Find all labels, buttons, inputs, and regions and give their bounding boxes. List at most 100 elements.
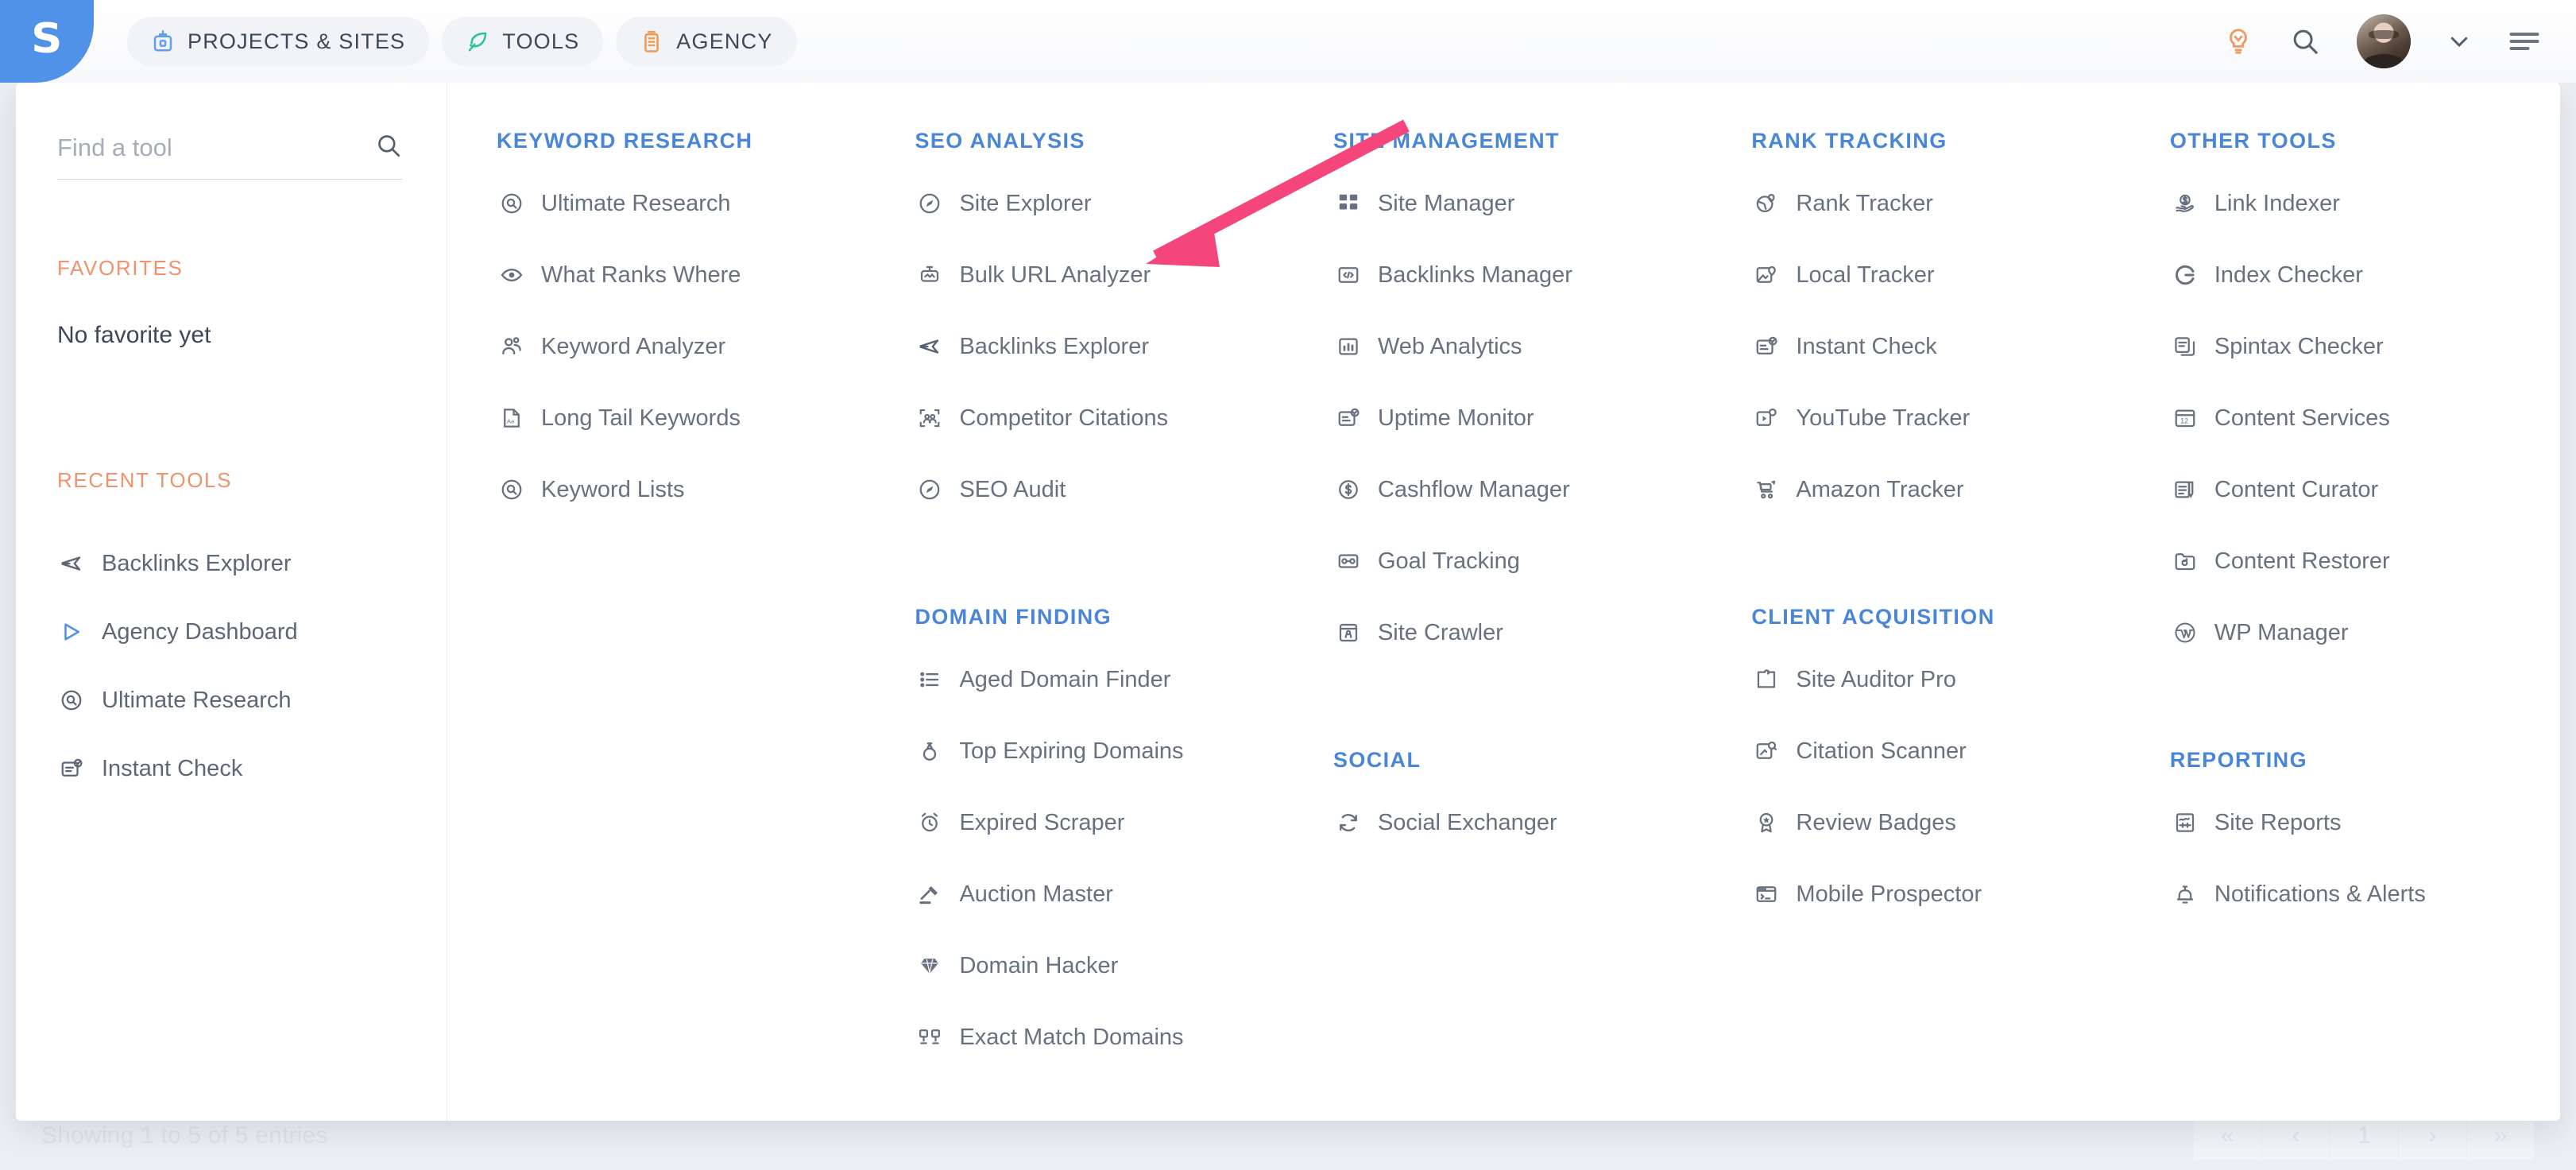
refresh-cycle-icon [1333,811,1363,835]
tool-label: Amazon Tracker [1796,476,1964,502]
tool-ultimate-research[interactable]: Ultimate Research [497,168,865,239]
top-navigation-bar: S PROJECTS & SITES TOOLS AGENCY [0,0,2576,83]
tool-keyword-lists[interactable]: Keyword Lists [497,454,865,525]
airplane-icon [57,552,86,575]
tool-spintax-checker[interactable]: Spintax Checker [2170,311,2560,382]
tool-competitor-citations[interactable]: Competitor Citations [915,382,1283,454]
tool-backlinks-manager[interactable]: Backlinks Manager [1333,239,1702,311]
app-logo[interactable]: S [0,0,94,83]
tool-site-crawler[interactable]: Site Crawler [1333,597,1702,668]
svg-text:Aa: Aa [507,417,515,424]
tool-link-indexer[interactable]: Link Indexer [2170,168,2560,239]
tool-seo-audit[interactable]: SEO Audit [915,454,1283,525]
tool-instant-check[interactable]: Instant Check [1751,311,2120,382]
top-bar-actions [2223,0,2541,83]
tool-what-ranks-where[interactable]: What Ranks Where [497,239,865,311]
globe-pin-icon [1751,192,1781,215]
avatar[interactable] [2357,14,2411,68]
tool-label: What Ranks Where [541,262,741,288]
tool-top-expiring-domains[interactable]: Top Expiring Domains [915,715,1283,787]
tool-label: Notifications & Alerts [2214,881,2426,907]
nav-projects-and-sites-label: PROJECTS & SITES [188,29,406,53]
tool-label: Review Badges [1796,809,1956,835]
tool-content-restorer[interactable]: Content Restorer [2170,525,2560,597]
tool-label: Web Analytics [1377,333,1522,359]
magnifier-circle-icon [57,688,86,712]
group-title-other-tools: OTHER TOOLS [2169,129,2337,153]
tool-label: Site Reports [2214,809,2342,835]
tool-bulk-url-analyzer[interactable]: Bulk URL Analyzer [915,239,1283,311]
video-pin-icon [1751,406,1781,430]
tool-amazon-tracker[interactable]: Amazon Tracker [1751,454,2120,525]
tool-citation-scanner[interactable]: Citation Scanner [1751,715,2120,787]
group-title-client-acquisition: CLIENT ACQUISITION [1751,605,1995,629]
bell-icon [2170,882,2200,906]
tool-label: Content Curator [2214,476,2379,502]
lightbulb-icon[interactable] [2223,26,2253,56]
tool-review-badges[interactable]: Review Badges [1751,787,2120,858]
recent-item-label: Backlinks Explorer [102,550,292,576]
svg-text:12: 12 [2180,417,2188,425]
tool-label: Local Tracker [1796,262,1935,288]
tool-exact-match-domains[interactable]: Exact Match Domains [915,1001,1283,1073]
column-other-tools: OTHER TOOLS Link Indexer Index Checker S… [2121,129,2560,1121]
search-input[interactable] [57,133,359,162]
scan-doc-icon [1751,739,1781,763]
tool-social-exchanger[interactable]: Social Exchanger [1333,787,1702,858]
column-site-management: SITE MANAGEMENT Site Manager Backlinks M… [1284,129,1702,1121]
tool-uptime-monitor[interactable]: Uptime Monitor [1333,382,1702,454]
nav-tools[interactable]: TOOLS [442,17,604,66]
tool-domain-hacker[interactable]: Domain Hacker [915,930,1283,1001]
group-title-seo-analysis: SEO ANALYSIS [915,129,1085,153]
search-icon[interactable] [2290,26,2320,56]
tool-site-explorer[interactable]: Site Explorer [915,168,1283,239]
nav-projects-and-sites[interactable]: PROJECTS & SITES [127,17,430,66]
hamburger-menu-icon[interactable] [2508,29,2541,54]
tool-web-analytics[interactable]: Web Analytics [1333,311,1702,382]
tool-content-curator[interactable]: Content Curator [2170,454,2560,525]
tool-aged-domain-finder[interactable]: Aged Domain Finder [915,644,1283,715]
nav-agency[interactable]: AGENCY [616,17,797,66]
recent-item-ultimate-research[interactable]: Ultimate Research [57,666,402,734]
tool-content-services[interactable]: 12 Content Services [2170,382,2560,454]
tool-cashflow-manager[interactable]: Cashflow Manager [1333,454,1702,525]
tool-site-manager[interactable]: Site Manager [1333,168,1702,239]
tool-auction-master[interactable]: Auction Master [915,858,1283,930]
chevron-down-icon[interactable] [2447,29,2471,53]
recent-item-instant-check[interactable]: Instant Check [57,734,402,803]
recent-item-backlinks-explorer[interactable]: Backlinks Explorer [57,529,402,598]
tool-long-tail-keywords[interactable]: Aa Long Tail Keywords [497,382,865,454]
document-check-icon [1751,335,1781,358]
search-icon[interactable] [375,132,402,163]
tool-index-checker[interactable]: Index Checker [2170,239,2560,311]
tool-label: Uptime Monitor [1377,405,1534,431]
entries-count-label: Showing 1 to 5 of 5 entries [41,1122,328,1149]
tool-label: WP Manager [2214,619,2349,645]
tool-local-tracker[interactable]: Local Tracker [1751,239,2120,311]
tool-keyword-analyzer[interactable]: Keyword Analyzer [497,311,865,382]
tool-notifications-and-alerts[interactable]: Notifications & Alerts [2170,858,2560,930]
magnifier-circle-icon [497,192,527,215]
group-title-social: SOCIAL [1332,748,1421,772]
calendar-12-icon: 12 [2170,406,2200,430]
tools-sidebar: FAVORITES No favorite yet RECENT TOOLS B… [16,83,447,1121]
tool-goal-tracking[interactable]: Goal Tracking [1333,525,1702,597]
tool-label: Site Auditor Pro [1796,666,1956,692]
main-nav-pills: PROJECTS & SITES TOOLS AGENCY [127,17,797,66]
tool-rank-tracker[interactable]: Rank Tracker [1751,168,2120,239]
tool-wp-manager[interactable]: WP Manager [2170,597,2560,668]
dollar-circle-icon [1333,478,1363,502]
doc-pen-icon [2170,478,2200,502]
tool-mobile-prospector[interactable]: Mobile Prospector [1751,858,2120,930]
tool-backlinks-explorer[interactable]: Backlinks Explorer [915,311,1283,382]
tool-expired-scraper[interactable]: Expired Scraper [915,787,1283,858]
list-icon [915,668,945,692]
building-icon [640,29,663,53]
tool-label: Aged Domain Finder [959,666,1171,692]
nav-tools-label: TOOLS [502,29,580,53]
tool-site-auditor-pro[interactable]: Site Auditor Pro [1751,644,2120,715]
recent-item-label: Ultimate Research [102,687,292,713]
tool-site-reports[interactable]: Site Reports [2170,787,2560,858]
recent-item-agency-dashboard[interactable]: Agency Dashboard [57,598,402,666]
tool-youtube-tracker[interactable]: YouTube Tracker [1751,382,2120,454]
